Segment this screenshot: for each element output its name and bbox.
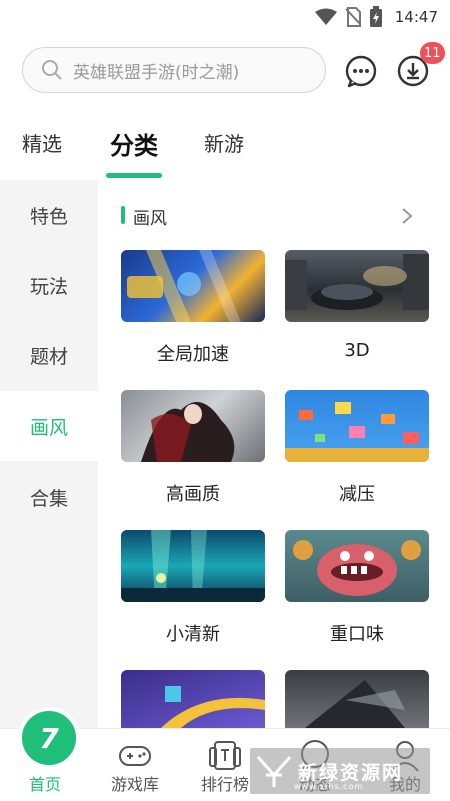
sidebar-item-gameplay[interactable]: 玩法 xyxy=(0,250,98,320)
nav-label: 游戏库 xyxy=(110,775,159,794)
tab-categories[interactable]: 分类 xyxy=(110,126,158,161)
status-bar: 14:47 xyxy=(0,0,450,34)
card-label: 小清新 xyxy=(166,624,220,645)
battery-charging-icon xyxy=(369,6,382,27)
card-label: 减压 xyxy=(339,484,375,505)
download-badge: 11 xyxy=(420,42,445,64)
sidebar-item-art-style[interactable]: 画风 xyxy=(0,391,98,461)
active-tab-indicator xyxy=(106,173,162,178)
nav-label: 首页 xyxy=(28,775,61,794)
card-thumbnail xyxy=(285,390,429,462)
home-logo-icon: 7 xyxy=(18,707,80,769)
no-sim-icon xyxy=(345,7,361,27)
category-card-partial[interactable] xyxy=(121,670,265,728)
card-label: 3D xyxy=(344,340,370,361)
category-card-partial[interactable] xyxy=(285,670,429,728)
status-time: 14:47 xyxy=(394,8,438,26)
search-icon xyxy=(42,60,62,80)
ranking-icon xyxy=(209,741,241,770)
status-icons: 14:47 xyxy=(314,6,438,28)
card-label: 高画质 xyxy=(166,484,220,505)
tab-featured[interactable]: 精选 xyxy=(22,128,62,157)
card-thumbnail xyxy=(121,530,265,602)
category-sidebar: 特色 玩法 题材 画风 合集 xyxy=(0,180,98,728)
category-card-high-quality[interactable]: 高画质 xyxy=(121,390,265,505)
search-placeholder: 英雄联盟手游(时之潮) xyxy=(73,62,240,83)
wifi-icon xyxy=(314,8,337,25)
card-thumbnail xyxy=(285,670,429,728)
section-title: 画风 xyxy=(133,209,167,229)
watermark-subtext: www.xlhs.com xyxy=(294,782,364,791)
chevron-right-icon[interactable] xyxy=(400,207,414,225)
category-card-fresh[interactable]: 小清新 xyxy=(121,530,265,645)
section-accent-bar xyxy=(121,206,125,224)
card-thumbnail xyxy=(285,250,429,322)
category-card-global-accel[interactable]: 全局加速 xyxy=(121,250,265,365)
card-label: 重口味 xyxy=(330,624,384,645)
card-thumbnail xyxy=(121,670,265,728)
sidebar-item-theme[interactable]: 题材 xyxy=(0,320,98,390)
message-icon[interactable] xyxy=(344,54,378,88)
watermark-logo-icon xyxy=(256,756,292,787)
category-card-heavy-taste[interactable]: 重口味 xyxy=(285,530,429,645)
sidebar-item-features[interactable]: 特色 xyxy=(0,180,98,250)
tab-new-games[interactable]: 新游 xyxy=(204,128,244,157)
card-thumbnail xyxy=(121,390,265,462)
gamepad-icon xyxy=(119,746,151,766)
category-card-3d[interactable]: 3D xyxy=(285,250,429,361)
nav-game-library[interactable]: 游戏库 xyxy=(90,729,180,801)
card-label: 全局加速 xyxy=(157,344,229,365)
search-input[interactable]: 英雄联盟手游(时之潮) xyxy=(22,47,326,93)
nav-home[interactable]: 7 首页 xyxy=(0,707,90,801)
card-thumbnail xyxy=(285,530,429,602)
category-card-relax[interactable]: 减压 xyxy=(285,390,429,505)
card-thumbnail xyxy=(121,250,265,322)
sidebar-item-collection[interactable]: 合集 xyxy=(0,462,98,532)
watermark-text: 新绿资源网 xyxy=(298,761,404,784)
